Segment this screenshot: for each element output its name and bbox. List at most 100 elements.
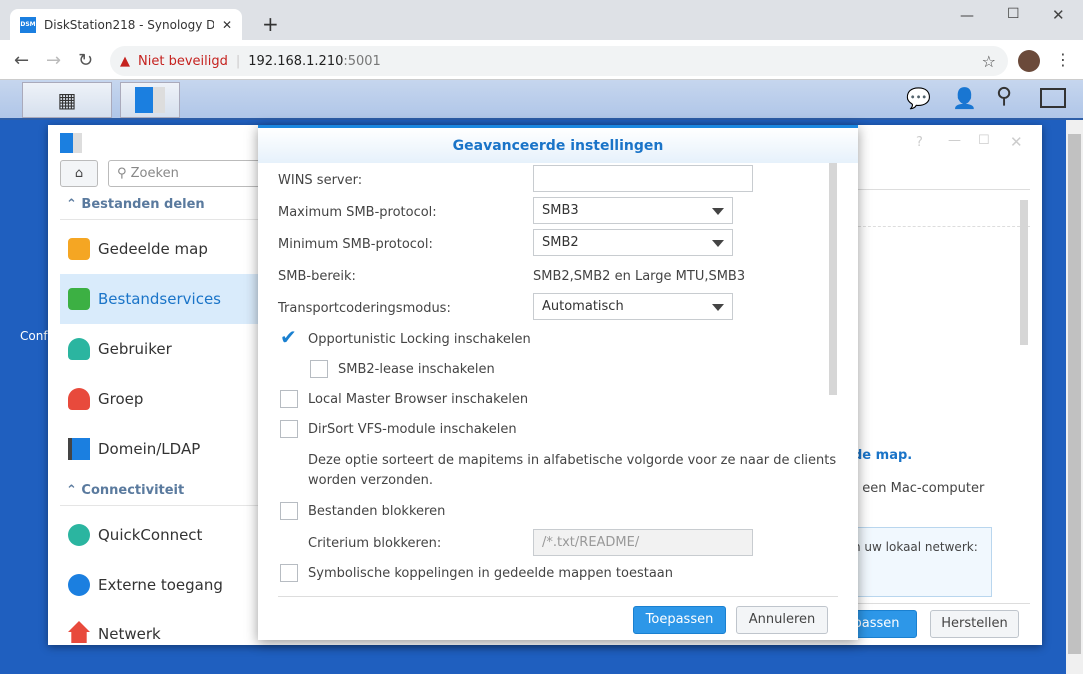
page-scrollbar[interactable]: [1066, 120, 1083, 674]
sidebar-item-label: Groep: [98, 390, 144, 408]
block-files-label: Bestanden blokkeren: [308, 504, 446, 519]
home-icon: ⌂: [74, 166, 84, 181]
sidebar-item-quickconnect[interactable]: QuickConnect: [60, 510, 258, 560]
reset-button[interactable]: Herstellen: [930, 610, 1019, 638]
url-port: :5001: [343, 53, 381, 69]
sidebar-item-external-access[interactable]: Externe toegang: [60, 560, 258, 610]
profile-avatar[interactable]: [1018, 50, 1040, 72]
maximize-icon[interactable]: ☐: [1007, 6, 1020, 22]
min-smb-select[interactable]: SMB2: [533, 229, 733, 256]
dirsort-checkbox[interactable]: [280, 420, 298, 438]
security-status: Niet beveiligd: [138, 53, 228, 69]
sidebar-item-label: Netwerk: [98, 625, 161, 643]
minimize-window-icon[interactable]: —: [948, 133, 961, 148]
smb2-lease-checkbox[interactable]: [310, 360, 328, 378]
sidebar-item-network[interactable]: Netwerk: [60, 610, 258, 645]
url-host: 192.168.1.210: [248, 53, 344, 69]
smb-range-label: SMB-bereik:: [278, 269, 356, 284]
sidebar: ⌃ Bestanden delen Gedeelde map Bestandse…: [48, 190, 258, 645]
desktop-icon-label[interactable]: Conf: [20, 329, 48, 343]
info-box-text: n uw lokaal netwerk:: [853, 540, 978, 554]
max-smb-value: SMB3: [542, 203, 579, 218]
house-icon: [68, 621, 90, 643]
dirsort-label: DirSort VFS-module inschakelen: [308, 422, 517, 437]
search-placeholder: Zoeken: [130, 166, 179, 181]
chevron-down-icon: [712, 208, 724, 215]
maximize-window-icon[interactable]: ☐: [978, 133, 990, 148]
home-button[interactable]: ⌂: [60, 160, 98, 187]
globe-icon: [68, 574, 90, 596]
quickconnect-icon: [68, 524, 90, 546]
local-master-browser-label: Local Master Browser inschakelen: [308, 392, 529, 407]
max-smb-select[interactable]: SMB3: [533, 197, 733, 224]
advanced-settings-dialog: Geavanceerde instellingen WINS server: M…: [258, 125, 858, 640]
criterion-input[interactable]: /*.txt/README/: [533, 529, 753, 556]
search-icon[interactable]: ⚲: [996, 84, 1012, 109]
section-header-sharing[interactable]: ⌃ Bestanden delen: [66, 197, 205, 212]
notifications-icon[interactable]: 💬: [906, 86, 931, 110]
bookmark-star-icon[interactable]: ☆: [982, 52, 996, 71]
smb2-lease-label: SMB2-lease inschakelen: [338, 362, 495, 377]
tab-title: DiskStation218 - Synology DiskSt: [44, 17, 214, 32]
main-menu-button[interactable]: ▦: [22, 82, 112, 118]
url-input[interactable]: ▲ Niet beveiligd | 192.168.1.210:5001 ☆: [110, 46, 1008, 76]
sidebar-item-domain-ldap[interactable]: Domein/LDAP: [60, 424, 258, 474]
control-panel-icon: [135, 87, 165, 113]
forward-icon[interactable]: →: [46, 50, 61, 71]
control-panel-taskbar-button[interactable]: [120, 82, 180, 118]
widgets-icon[interactable]: [1040, 88, 1066, 108]
checkmark-icon: ✔: [280, 325, 297, 349]
transport-select[interactable]: Automatisch: [533, 293, 733, 320]
oplock-checkbox[interactable]: ✔: [280, 325, 298, 349]
sidebar-item-label: Externe toegang: [98, 576, 223, 594]
search-icon: ⚲: [117, 166, 131, 181]
sidebar-item-label: QuickConnect: [98, 526, 203, 544]
domain-ldap-icon: [68, 438, 90, 460]
wins-server-input[interactable]: [533, 165, 753, 192]
content-scrollbar[interactable]: [1020, 200, 1028, 345]
close-window-icon[interactable]: ✕: [1010, 133, 1023, 151]
sidebar-item-file-services[interactable]: Bestandservices: [60, 274, 258, 324]
section-header-connectivity[interactable]: ⌃ Connectiviteit: [66, 483, 184, 498]
close-tab-icon[interactable]: ✕: [222, 18, 232, 32]
browser-tab[interactable]: DSM DiskStation218 - Synology DiskSt ✕: [10, 9, 242, 40]
user-icon: [68, 338, 90, 360]
shared-folder-icon: [68, 238, 90, 260]
min-smb-label: Minimum SMB-protocol:: [278, 237, 433, 252]
sidebar-item-label: Gedeelde map: [98, 240, 208, 258]
user-icon[interactable]: 👤: [952, 86, 977, 110]
symlinks-checkbox[interactable]: [280, 564, 298, 582]
close-window-icon[interactable]: ✕: [1052, 6, 1065, 24]
new-tab-icon[interactable]: +: [262, 12, 279, 36]
file-services-icon: [68, 288, 90, 310]
dirsort-description-cont: worden verzonden.: [308, 473, 433, 488]
dirsort-description: Deze optie sorteert de mapitems in alfab…: [308, 453, 837, 468]
warning-icon: ▲: [120, 53, 130, 69]
sidebar-item-group[interactable]: Groep: [60, 374, 258, 424]
reload-icon[interactable]: ↻: [78, 50, 93, 71]
search-input[interactable]: ⚲ Zoeken: [108, 160, 268, 187]
min-smb-value: SMB2: [542, 235, 579, 250]
help-icon[interactable]: ?: [916, 135, 923, 150]
wins-label: WINS server:: [278, 173, 363, 188]
local-master-browser-checkbox[interactable]: [280, 390, 298, 408]
apps-grid-icon: ▦: [57, 88, 77, 112]
max-smb-label: Maximum SMB-protocol:: [278, 205, 437, 220]
sidebar-item-label: Gebruiker: [98, 340, 172, 358]
annuleren-button[interactable]: Annuleren: [736, 606, 828, 634]
symlinks-label: Symbolische koppelingen in gedeelde mapp…: [308, 566, 674, 581]
shared-folder-link[interactable]: de map.: [853, 448, 912, 463]
sidebar-item-shared-folder[interactable]: Gedeelde map: [60, 224, 258, 274]
group-icon: [68, 388, 90, 410]
sidebar-item-user[interactable]: Gebruiker: [60, 324, 258, 374]
dialog-scrollbar[interactable]: [829, 163, 837, 395]
back-icon[interactable]: ←: [14, 50, 29, 71]
block-files-checkbox[interactable]: [280, 502, 298, 520]
minimize-icon[interactable]: —: [960, 8, 974, 24]
smb-range-value: SMB2,SMB2 en Large MTU,SMB3: [533, 269, 746, 284]
sidebar-item-label: Bestandservices: [98, 290, 221, 308]
criterion-label: Criterium blokkeren:: [308, 536, 442, 551]
dialog-title: Geavanceerde instellingen: [258, 128, 858, 163]
menu-icon[interactable]: ⋮: [1055, 50, 1071, 69]
toepassen-button[interactable]: Toepassen: [633, 606, 726, 634]
